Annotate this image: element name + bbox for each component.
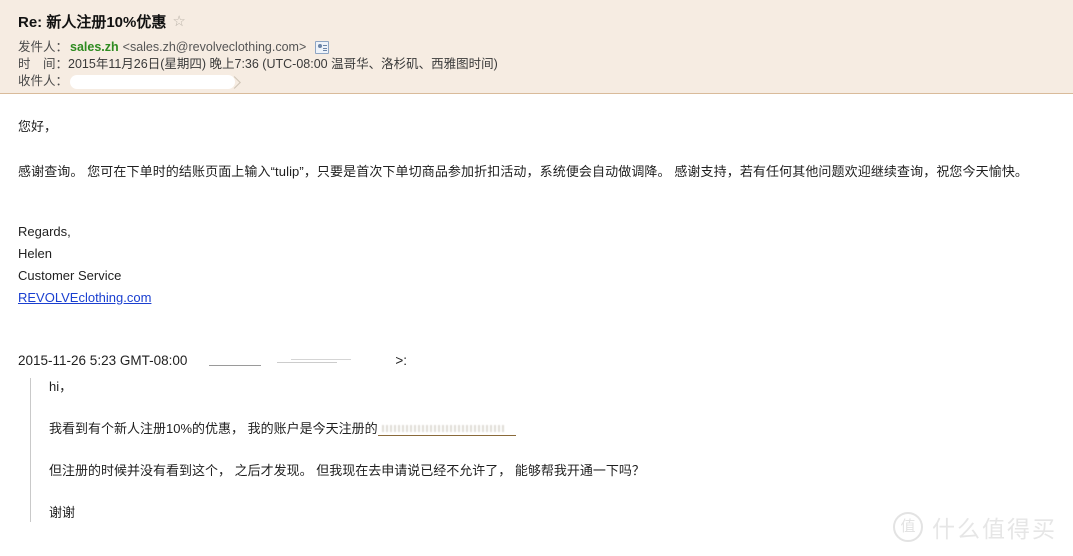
signature-block: Regards, Helen Customer Service REVOLVEc… — [18, 221, 1055, 309]
sender-address[interactable]: <sales.zh@revolveclothing.com> — [123, 39, 307, 56]
signature-website-link[interactable]: REVOLVEclothing.com — [18, 287, 1055, 309]
quote-header: 2015-11-26 5:23 GMT-08:00 >: — [18, 353, 1055, 368]
signature-line: Customer Service — [18, 268, 122, 283]
time-value: 2015年11月26日(星期四) 晚上7:36 (UTC-08:00 温哥华、洛… — [68, 57, 498, 71]
signature-line: Regards, — [18, 224, 71, 239]
quote-block: hi， 我看到有个新人注册10%的优惠， 我的账户是今天注册的 但注册的时候并没… — [30, 378, 1055, 522]
body-paragraph: 感谢查询。 您可在下单时的结账页面上输入“tulip”，只要是首次下单切商品参加… — [18, 164, 1029, 179]
quote-sender-redacted — [191, 354, 391, 367]
time-label: 时 间： — [18, 57, 69, 71]
quote-line: hi， — [49, 379, 73, 394]
quote-line: 谢谢 — [49, 505, 76, 520]
page-title: Re: 新人注册10%优惠 — [18, 13, 167, 31]
to-row: 收件人： — [18, 73, 1073, 90]
sender-name[interactable]: sales.zh — [70, 39, 119, 56]
quote-header-trailing: >: — [395, 353, 407, 368]
from-row: 发件人： sales.zh <sales.zh@revolveclothing.… — [18, 39, 1073, 56]
quote-timestamp: 2015-11-26 5:23 GMT-08:00 — [18, 353, 188, 368]
mail-header: Re: 新人注册10%优惠 ☆ 发件人： sales.zh <sales.zh@… — [0, 0, 1073, 94]
quote-line: 但注册的时候并没有看到这个， 之后才发现。 但我现在去申请说已经不允许了， 能够… — [49, 463, 645, 478]
mail-body: 您好， 感谢查询。 您可在下单时的结账页面上输入“tulip”，只要是首次下单切… — [0, 118, 1073, 522]
quote-email-link-redacted[interactable] — [377, 421, 516, 436]
quote-line: 我看到有个新人注册10%的优惠， 我的账户是今天注册的 — [49, 420, 1055, 438]
star-outline-icon[interactable]: ☆ — [172, 14, 187, 29]
time-row: 时 间： 2015年11月26日(星期四) 晚上7:36 (UTC-08:00 … — [18, 56, 1073, 73]
signature-line: Helen — [18, 246, 52, 261]
quote-line-text: 我看到有个新人注册10%的优惠， 我的账户是今天注册的 — [49, 421, 378, 436]
subject-row: Re: 新人注册10%优惠 ☆ — [18, 9, 1073, 33]
to-label: 收件人： — [18, 74, 69, 88]
greeting-text: 您好， — [18, 119, 58, 134]
from-label: 发件人： — [18, 40, 69, 54]
contact-card-icon[interactable] — [315, 41, 330, 54]
recipient-redacted — [70, 74, 236, 89]
